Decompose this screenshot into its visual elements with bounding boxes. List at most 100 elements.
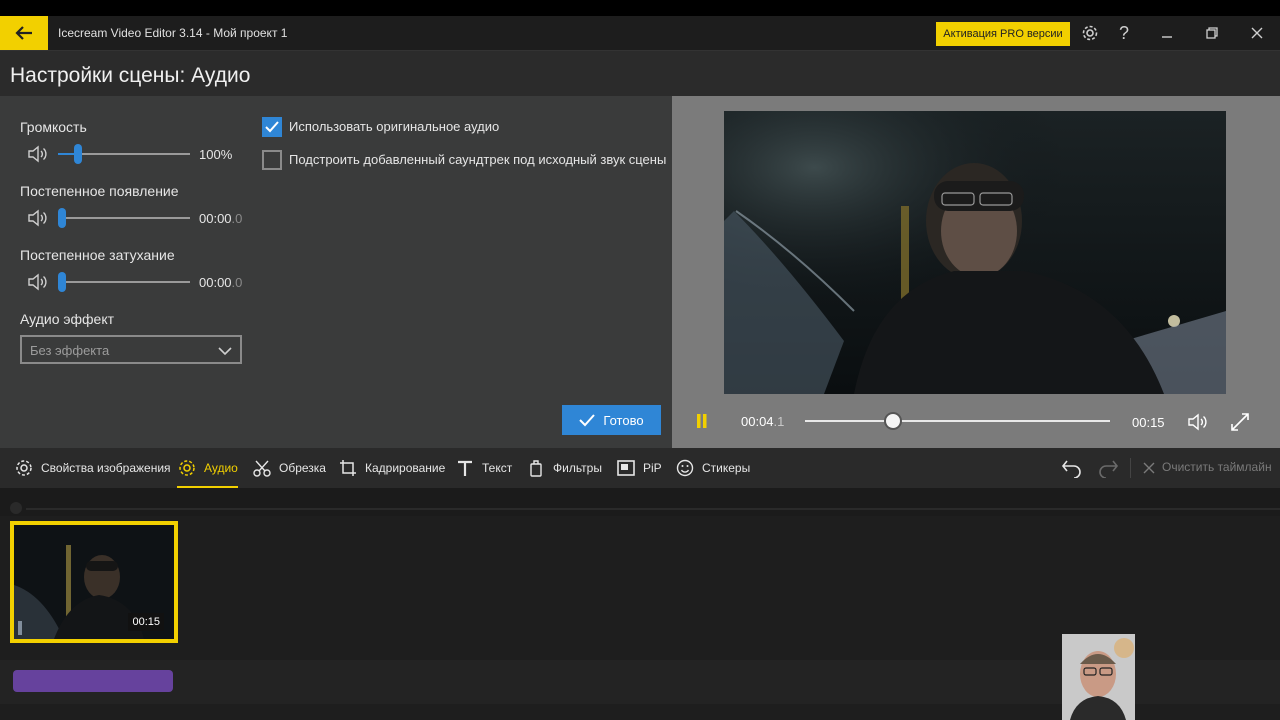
tool-audio[interactable]: Аудио: [177, 448, 238, 488]
tool-label: Кадрирование: [365, 461, 446, 475]
playback-slider[interactable]: [805, 412, 1110, 430]
help-icon: ?: [1118, 22, 1129, 43]
restore-icon: [1206, 27, 1218, 39]
scissors-icon: [252, 458, 272, 478]
adjust-soundtrack-checkbox[interactable]: [262, 150, 282, 170]
volume-slider[interactable]: [58, 144, 190, 164]
fade-in-slider-thumb[interactable]: [58, 208, 66, 228]
settings-button[interactable]: [1073, 16, 1107, 50]
volume-icon[interactable]: [1186, 410, 1210, 434]
tool-filters[interactable]: Фильтры: [526, 448, 602, 488]
webcam-overlay: [1062, 634, 1135, 720]
top-black-strip: [0, 0, 1280, 16]
tool-label: Свойства изображения: [41, 461, 171, 475]
pip-icon: [616, 458, 636, 478]
arrow-left-icon: [15, 26, 32, 40]
checkmark-icon: [265, 121, 279, 133]
done-button[interactable]: Готово: [562, 405, 661, 435]
fade-in-value: 00:00.0: [199, 211, 242, 226]
video-clip[interactable]: 00:15: [10, 521, 178, 643]
text-icon: [455, 458, 475, 478]
playhead-handle[interactable]: [10, 502, 22, 514]
fade-out-value-frac: .0: [231, 275, 243, 290]
audio-effect-label: Аудио эффект: [20, 311, 115, 327]
tool-image-properties[interactable]: Свойства изображения: [14, 448, 171, 488]
fade-out-slider[interactable]: [58, 272, 190, 292]
fade-in-label: Постепенное появление: [20, 183, 179, 199]
back-button[interactable]: [0, 16, 48, 50]
gear-icon: [1082, 25, 1098, 41]
page-header: Настройки сцены: Аудио: [0, 50, 1280, 96]
playback-slider-thumb[interactable]: [884, 412, 903, 430]
done-button-label: Готово: [603, 412, 644, 428]
title-bar: Icecream Video Editor 3.14 - Мой проект …: [0, 16, 1280, 50]
fade-out-slider-thumb[interactable]: [58, 272, 66, 292]
minimize-icon: [1162, 36, 1172, 38]
timeline-ruler: [0, 488, 1280, 516]
minimize-button[interactable]: [1150, 16, 1184, 50]
redo-icon[interactable]: [1097, 458, 1119, 478]
tool-stickers[interactable]: Стикеры: [675, 448, 750, 488]
undo-icon[interactable]: [1061, 458, 1083, 478]
adjust-soundtrack-label[interactable]: Подстроить добавленный саундтрек под исх…: [289, 152, 666, 167]
video-frame[interactable]: [724, 111, 1226, 394]
speaker-icon[interactable]: [26, 270, 50, 294]
volume-label: Громкость: [20, 119, 87, 135]
current-time-frac: .1: [773, 414, 785, 429]
checkmark-icon: [579, 414, 596, 427]
use-original-audio-label[interactable]: Использовать оригинальное аудио: [289, 119, 499, 134]
close-button[interactable]: [1240, 16, 1274, 50]
pause-icon[interactable]: [696, 414, 708, 430]
tool-pip[interactable]: PiP: [616, 448, 662, 488]
clear-icon[interactable]: [1143, 462, 1155, 474]
fade-out-value: 00:00.0: [199, 275, 242, 290]
tools-toolbar: Свойства изображения Аудио Обрезка Кадри…: [0, 448, 1280, 488]
close-icon: [1251, 27, 1263, 39]
crop-icon: [338, 458, 358, 478]
fade-out-label: Постепенное затухание: [20, 247, 175, 263]
clip-duration: 00:15: [128, 613, 164, 631]
help-button[interactable]: ?: [1107, 16, 1141, 50]
tool-label: Обрезка: [279, 461, 326, 475]
use-original-audio-checkbox[interactable]: [262, 117, 282, 137]
pro-activation-button[interactable]: Активация PRO версии: [936, 22, 1070, 46]
gear-icon: [177, 458, 197, 478]
tool-label: Фильтры: [553, 461, 602, 475]
fade-in-slider[interactable]: [58, 208, 190, 228]
clear-timeline-button[interactable]: Очистить таймлайн: [1162, 460, 1272, 474]
audio-effect-selected: Без эффекта: [30, 343, 110, 358]
speaker-icon[interactable]: [26, 142, 50, 166]
page-title: Настройки сцены: Аудио: [10, 64, 251, 87]
audio-clip[interactable]: [13, 670, 173, 692]
speaker-icon[interactable]: [26, 206, 50, 230]
gear-icon: [14, 458, 34, 478]
volume-value: 100%: [199, 147, 233, 162]
video-scene-image: [724, 111, 1226, 394]
tool-label: Аудио: [204, 461, 238, 475]
audio-settings-panel: Громкость 100% Постепенное появление 00:…: [0, 96, 672, 448]
tool-label: Стикеры: [702, 461, 751, 475]
ruler-line: [26, 508, 1280, 510]
fullscreen-icon[interactable]: [1230, 412, 1250, 432]
tool-trim[interactable]: Обрезка: [252, 448, 326, 488]
total-duration: 00:15: [1132, 415, 1165, 430]
fade-out-value-main: 00:00: [199, 275, 232, 290]
tool-text[interactable]: Текст: [455, 448, 512, 488]
restore-button[interactable]: [1195, 16, 1229, 50]
video-preview-panel: 00:04.1 00:15: [672, 96, 1280, 448]
volume-slider-thumb[interactable]: [73, 144, 82, 164]
webcam-image: [1062, 634, 1135, 720]
toolbar-divider: [1130, 458, 1131, 478]
current-time-main: 00:04: [741, 414, 774, 429]
tool-label: PiP: [643, 461, 662, 475]
app-title: Icecream Video Editor 3.14 - Мой проект …: [58, 26, 288, 40]
fade-in-value-main: 00:00: [199, 211, 232, 226]
fade-in-value-frac: .0: [231, 211, 243, 226]
tool-crop[interactable]: Кадрирование: [338, 448, 445, 488]
smiley-icon: [675, 458, 695, 478]
chevron-down-icon: [218, 347, 232, 356]
audio-effect-dropdown[interactable]: Без эффекта: [20, 335, 242, 364]
filter-icon: [526, 458, 546, 478]
current-time: 00:04.1: [741, 414, 784, 429]
tool-label: Текст: [482, 461, 513, 475]
